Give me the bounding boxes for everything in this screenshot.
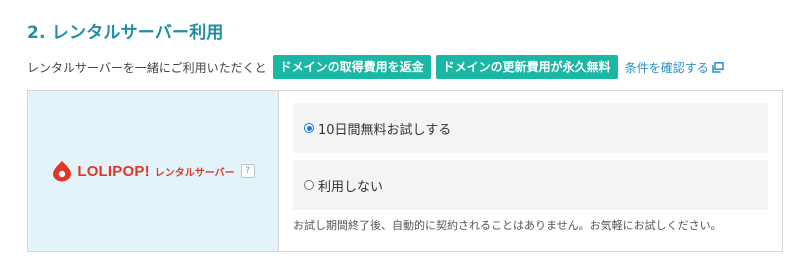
trial-note: お試し期間終了後、自動的に契約されることはありません。お気軽にお試しください。 xyxy=(293,219,722,232)
lolipop-logo: LOLIPOP! レンタルサーバー xyxy=(51,160,235,182)
help-icon[interactable]: ? xyxy=(240,164,255,178)
option-free-trial[interactable]: 10日間無料お試しする xyxy=(293,103,768,153)
conditions-link[interactable]: 条件を確認する xyxy=(625,59,724,76)
options-cell: 10日間無料お試しする 利用しない お試し期間終了後、自動的に契約されることはあ… xyxy=(279,91,782,251)
lolipop-mark-icon xyxy=(53,161,72,182)
badge-domain-renewal-free: ドメインの更新費用が永久無料 xyxy=(435,55,618,79)
product-cell: LOLIPOP! レンタルサーバー ? xyxy=(28,91,279,251)
rental-server-panel: LOLIPOP! レンタルサーバー ? 10日間無料お試しする 利用しない お試… xyxy=(27,90,783,252)
section-title: 2. レンタルサーバー利用 xyxy=(27,23,224,43)
external-link-icon xyxy=(711,61,724,73)
radio-free-trial[interactable] xyxy=(304,123,314,133)
option-not-use-label: 利用しない xyxy=(318,179,384,195)
logo-name: LOLIPOP! xyxy=(77,162,150,180)
badge-domain-refund: ドメインの取得費用を返金 xyxy=(272,55,431,79)
logo-subtitle: レンタルサーバー xyxy=(154,167,235,179)
option-not-use[interactable]: 利用しない xyxy=(293,160,768,210)
intro-text: レンタルサーバーを一緒にご利用いただくと xyxy=(27,60,267,75)
conditions-link-label: 条件を確認する xyxy=(624,60,709,75)
radio-not-use[interactable] xyxy=(304,180,314,190)
option-free-trial-label: 10日間無料お試しする xyxy=(318,122,452,138)
intro-row: レンタルサーバーを一緒にご利用いただくと ドメインの取得費用を返金 ドメインの更… xyxy=(27,55,724,79)
